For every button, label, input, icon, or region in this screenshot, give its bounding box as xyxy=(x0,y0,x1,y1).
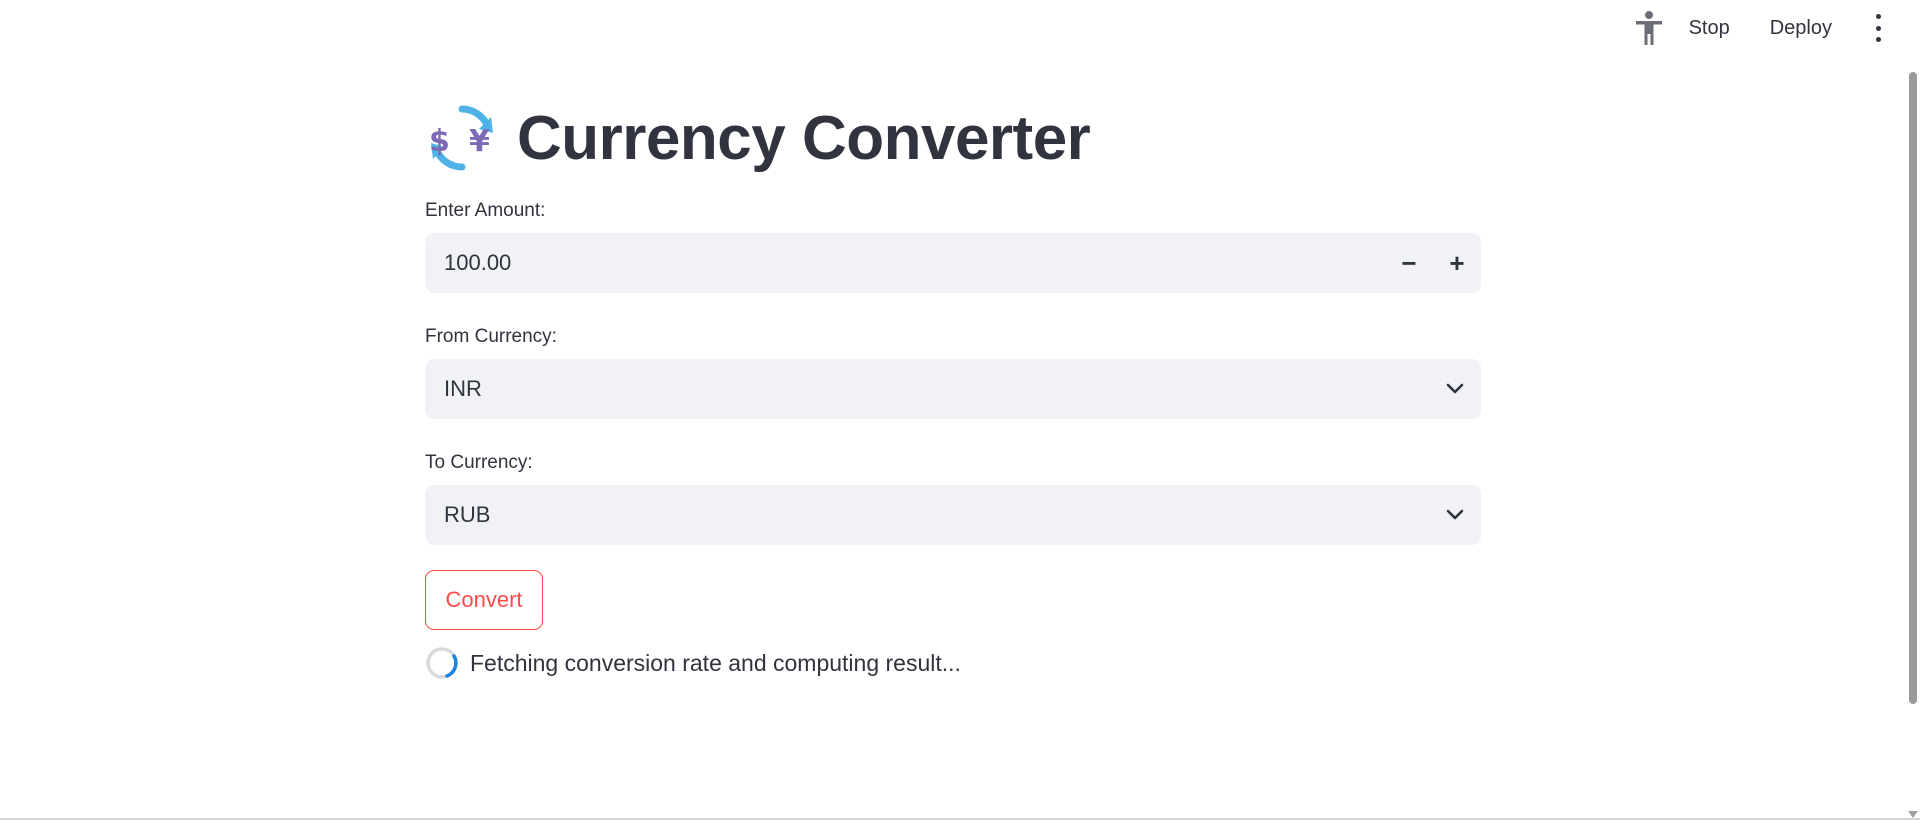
scrollbar-thumb[interactable] xyxy=(1909,72,1917,704)
from-currency-label: From Currency: xyxy=(425,326,557,347)
page-title: Currency Converter xyxy=(517,103,1091,173)
increment-button[interactable]: + xyxy=(1433,233,1481,293)
deploy-button[interactable]: Deploy xyxy=(1770,17,1832,40)
accessibility-icon[interactable] xyxy=(1631,10,1667,46)
convert-row: Convert xyxy=(425,570,1481,630)
from-currency-value: INR xyxy=(444,376,482,401)
convert-button[interactable]: Convert xyxy=(425,570,543,630)
app-page: Stop Deploy $ ¥ Currency Converter Enter… xyxy=(0,0,1920,820)
amount-number-input[interactable]: 100.00 − + xyxy=(425,233,1481,293)
amount-field: Enter Amount: 100.00 − + xyxy=(425,199,1481,293)
amount-label: Enter Amount: xyxy=(425,200,546,221)
svg-text:¥: ¥ xyxy=(469,124,490,159)
spinner-icon xyxy=(426,647,458,679)
status-text: Fetching conversion rate and computing r… xyxy=(470,649,961,676)
scroll-down-arrow-icon[interactable] xyxy=(1908,811,1918,818)
stop-button[interactable]: Stop xyxy=(1689,17,1730,40)
svg-text:$: $ xyxy=(429,124,450,159)
top-toolbar: Stop Deploy xyxy=(1631,0,1920,56)
amount-input-value[interactable]: 100.00 xyxy=(444,250,1385,276)
from-currency-select[interactable]: INR xyxy=(425,359,1481,419)
main-content: $ ¥ Currency Converter Enter Amount: 100… xyxy=(425,96,1481,683)
decrement-button[interactable]: − xyxy=(1385,233,1433,293)
chevron-down-icon[interactable] xyxy=(1429,359,1481,419)
main-menu-icon[interactable] xyxy=(1872,14,1884,42)
from-currency-field: From Currency: INR xyxy=(425,325,1481,419)
to-currency-value: RUB xyxy=(444,502,491,527)
to-currency-label: To Currency: xyxy=(425,452,533,473)
chevron-down-icon[interactable] xyxy=(1429,485,1481,545)
status-row: Fetching conversion rate and computing r… xyxy=(425,643,1481,683)
title-row: $ ¥ Currency Converter xyxy=(425,96,1481,180)
currency-exchange-icon: $ ¥ xyxy=(429,105,493,171)
to-currency-field: To Currency: RUB xyxy=(425,451,1481,545)
to-currency-select[interactable]: RUB xyxy=(425,485,1481,545)
amount-stepper: − + xyxy=(1385,233,1481,293)
vertical-scrollbar[interactable] xyxy=(1906,0,1920,820)
